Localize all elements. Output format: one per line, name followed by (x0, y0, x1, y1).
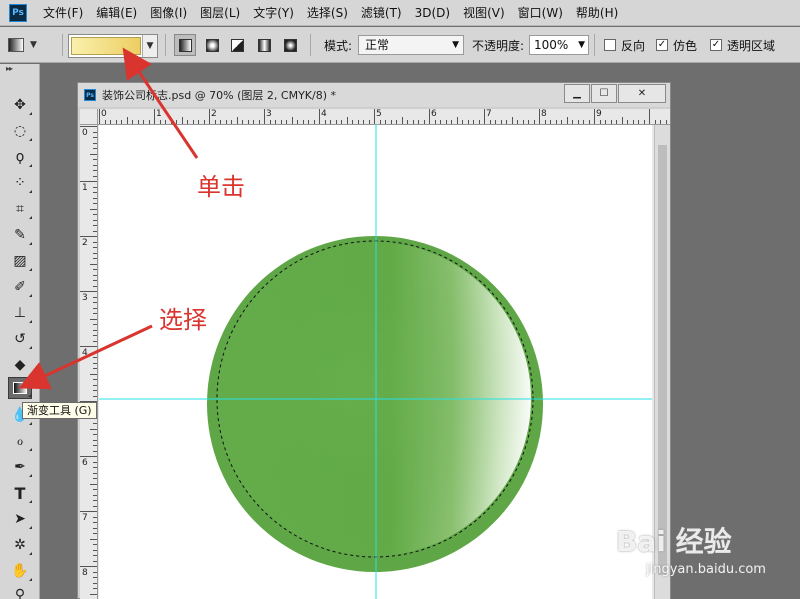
canvas-artwork (99, 124, 652, 599)
gradient-tool-tooltip: 渐变工具 (G) (22, 402, 97, 419)
baidu-jingyan-watermark: Bai 经验 jingyan.baidu.com (612, 512, 800, 599)
annotation-select-text: 选择 (159, 306, 207, 334)
watermark-brand: Bai 经验 (616, 525, 732, 558)
annotation-click-text: 单击 (197, 173, 245, 201)
watermark-url: jingyan.baidu.com (646, 562, 766, 577)
